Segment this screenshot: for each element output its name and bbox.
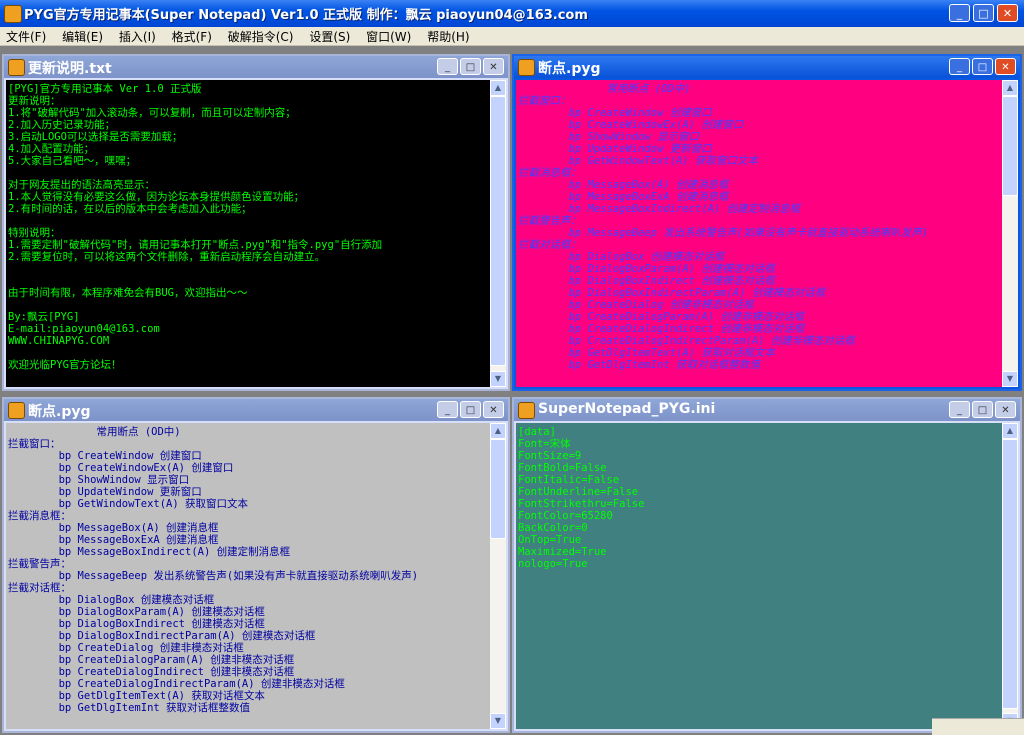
menu-crack-commands[interactable]: 破解指令(C) <box>222 27 300 46</box>
vertical-scrollbar[interactable]: ▲ ▼ <box>1002 423 1018 729</box>
child-title: 断点.pyg <box>28 404 91 420</box>
text-editor[interactable]: 常用断点 (OD中) 拦截窗口： bp CreateWindow 创建窗口 bp… <box>516 80 1002 387</box>
text-editor[interactable]: [PYG]官方专用记事本 Ver 1.0 正式版 更新说明： 1.将"破解代码"… <box>6 80 490 387</box>
document-icon <box>8 59 25 76</box>
child-close-button[interactable]: ✕ <box>483 58 504 75</box>
child-maximize-button[interactable]: □ <box>972 401 993 418</box>
child-titlebar: 更新说明.txt _ □ ✕ <box>4 56 508 78</box>
menu-format[interactable]: 格式(F) <box>166 27 218 46</box>
child-minimize-button[interactable]: _ <box>949 58 970 75</box>
child-close-button[interactable]: ✕ <box>995 401 1016 418</box>
vertical-scrollbar[interactable]: ▲ ▼ <box>490 80 506 387</box>
vertical-scrollbar[interactable]: ▲ ▼ <box>1002 80 1018 387</box>
scroll-thumb[interactable] <box>490 439 506 539</box>
scroll-thumb[interactable] <box>490 96 506 366</box>
text-editor[interactable]: 常用断点 (OD中) 拦截窗口： bp CreateWindow 创建窗口 bp… <box>6 423 490 729</box>
text-editor[interactable]: [data] Font=宋体 FontSize=9 FontBold=False… <box>516 423 1002 729</box>
child-window-buttons: _ □ ✕ <box>949 401 1016 418</box>
close-button[interactable]: ✕ <box>997 4 1018 22</box>
child-maximize-button[interactable]: □ <box>460 401 481 418</box>
document-icon <box>8 402 25 419</box>
menu-help[interactable]: 帮助(H) <box>421 27 475 46</box>
child-minimize-button[interactable]: _ <box>437 401 458 418</box>
scroll-down-arrow-icon[interactable]: ▼ <box>1002 371 1018 387</box>
child-window-update-notes[interactable]: 更新说明.txt _ □ ✕ [PYG]官方专用记事本 Ver 1.0 正式版 … <box>2 54 510 391</box>
child-titlebar: 断点.pyg _ □ ✕ <box>514 56 1020 78</box>
app-icon <box>4 5 22 23</box>
ime-tray[interactable] <box>932 718 1024 735</box>
child-maximize-button[interactable]: □ <box>972 58 993 75</box>
menu-insert[interactable]: 插入(I) <box>113 27 162 46</box>
child-window-buttons: _ □ ✕ <box>437 401 504 418</box>
scroll-down-arrow-icon[interactable]: ▼ <box>490 371 506 387</box>
mdi-client-area: 更新说明.txt _ □ ✕ [PYG]官方专用记事本 Ver 1.0 正式版 … <box>0 46 1024 735</box>
scroll-thumb[interactable] <box>1002 439 1018 709</box>
maximize-button[interactable]: □ <box>973 4 994 22</box>
menu-settings[interactable]: 设置(S) <box>303 27 356 46</box>
child-minimize-button[interactable]: _ <box>437 58 458 75</box>
child-title: 更新说明.txt <box>28 61 112 77</box>
scroll-up-arrow-icon[interactable]: ▲ <box>1002 423 1018 439</box>
menu-file[interactable]: 文件(F) <box>0 27 52 46</box>
minimize-button[interactable]: _ <box>949 4 970 22</box>
child-window-buttons: _ □ ✕ <box>949 58 1016 75</box>
document-icon <box>518 402 535 419</box>
app-window-buttons: _ □ ✕ <box>949 4 1018 22</box>
child-close-button[interactable]: ✕ <box>995 58 1016 75</box>
scroll-up-arrow-icon[interactable]: ▲ <box>490 80 506 96</box>
child-minimize-button[interactable]: _ <box>949 401 970 418</box>
scroll-thumb[interactable] <box>1002 96 1018 196</box>
scroll-down-arrow-icon[interactable]: ▼ <box>490 713 506 729</box>
child-window-ini-config[interactable]: SuperNotepad_PYG.ini _ □ ✕ [data] Font=宋… <box>512 397 1022 733</box>
child-window-breakpoints-pink[interactable]: 断点.pyg _ □ ✕ 常用断点 (OD中) 拦截窗口： bp CreateW… <box>512 54 1022 391</box>
scroll-up-arrow-icon[interactable]: ▲ <box>490 423 506 439</box>
child-titlebar: 断点.pyg _ □ ✕ <box>4 399 508 421</box>
menu-window[interactable]: 窗口(W) <box>360 27 417 46</box>
child-title: SuperNotepad_PYG.ini <box>538 401 716 417</box>
child-titlebar: SuperNotepad_PYG.ini _ □ ✕ <box>514 399 1020 421</box>
vertical-scrollbar[interactable]: ▲ ▼ <box>490 423 506 729</box>
app-titlebar: PYG官方专用记事本(Super Notepad) Ver1.0 正式版 制作：… <box>0 0 1024 27</box>
child-maximize-button[interactable]: □ <box>460 58 481 75</box>
child-window-buttons: _ □ ✕ <box>437 58 504 75</box>
menu-edit[interactable]: 编辑(E) <box>56 27 109 46</box>
child-close-button[interactable]: ✕ <box>483 401 504 418</box>
menu-bar: 文件(F) 编辑(E) 插入(I) 格式(F) 破解指令(C) 设置(S) 窗口… <box>0 27 1024 46</box>
app-title: PYG官方专用记事本(Super Notepad) Ver1.0 正式版 制作：… <box>24 8 588 23</box>
document-icon <box>518 59 535 76</box>
child-window-breakpoints-gray[interactable]: 断点.pyg _ □ ✕ 常用断点 (OD中) 拦截窗口： bp CreateW… <box>2 397 510 733</box>
child-title: 断点.pyg <box>538 61 601 77</box>
scroll-up-arrow-icon[interactable]: ▲ <box>1002 80 1018 96</box>
